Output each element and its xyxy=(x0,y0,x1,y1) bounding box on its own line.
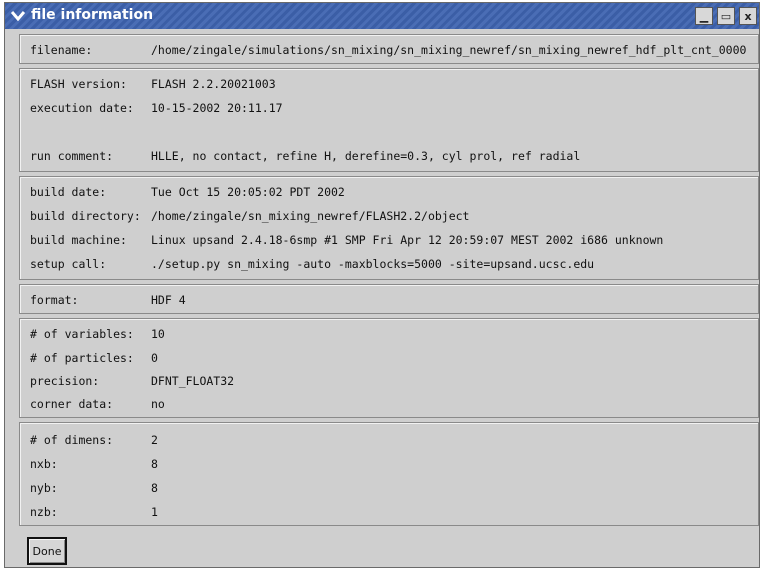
info-row: nzb: 1 xyxy=(20,502,758,522)
info-value: 1 xyxy=(151,505,158,519)
info-row: build directory: /home/zingale/sn_mixing… xyxy=(20,206,758,226)
format-section: format: HDF 4 xyxy=(19,284,759,314)
info-row: nxb: 8 xyxy=(20,454,758,474)
titlebar[interactable]: file information ▁ ▭ x xyxy=(5,3,759,29)
info-label: precision: xyxy=(30,374,100,388)
info-value: HDF 4 xyxy=(151,293,186,307)
info-row: build date: Tue Oct 15 20:05:02 PDT 2002 xyxy=(20,182,758,202)
variables-section: # of variables: 10 # of particles: 0 pre… xyxy=(19,318,759,418)
info-row: # of particles: 0 xyxy=(20,348,758,368)
info-row: precision: DFNT_FLOAT32 xyxy=(20,371,758,391)
info-value: 10-15-2002 20:11.17 xyxy=(151,101,283,115)
maximize-icon: ▭ xyxy=(720,9,732,23)
info-label: nxb: xyxy=(30,457,58,471)
info-label: build date: xyxy=(30,185,107,199)
info-label: execution date: xyxy=(30,101,134,115)
info-value: ./setup.py sn_mixing -auto -maxblocks=50… xyxy=(151,257,595,271)
minimize-icon: ▁ xyxy=(699,9,709,23)
info-value: HLLE, no contact, refine H, derefine=0.3… xyxy=(151,149,581,163)
file-information-window: file information ▁ ▭ x filename: /home/z… xyxy=(4,2,760,568)
info-label: build directory: xyxy=(30,209,141,223)
info-row: nyb: 8 xyxy=(20,478,758,498)
info-label: build machine: xyxy=(30,233,127,247)
info-label: setup call: xyxy=(30,257,107,271)
info-label: # of particles: xyxy=(30,351,134,365)
info-row: filename: /home/zingale/simulations/sn_m… xyxy=(20,40,758,60)
dimens-section: # of dimens: 2 nxb: 8 nyb: 8 nzb: 1 xyxy=(19,422,759,526)
info-label: filename: xyxy=(30,43,93,57)
info-label: format: xyxy=(30,293,79,307)
info-row: FLASH version: FLASH 2.2.20021003 xyxy=(20,74,758,94)
info-label: # of dimens: xyxy=(30,433,114,447)
close-button[interactable]: x xyxy=(739,7,757,25)
info-row: # of variables: 10 xyxy=(20,324,758,344)
filename-section: filename: /home/zingale/simulations/sn_m… xyxy=(19,34,759,64)
maximize-button[interactable]: ▭ xyxy=(717,7,735,25)
info-label: # of variables: xyxy=(30,327,134,341)
info-row: format: HDF 4 xyxy=(20,290,758,310)
window-menu-chevron-icon[interactable] xyxy=(8,6,28,26)
run-section: FLASH version: FLASH 2.2.20021003 execut… xyxy=(19,68,759,172)
info-value: Tue Oct 15 20:05:02 PDT 2002 xyxy=(151,185,345,199)
info-value: 2 xyxy=(151,433,158,447)
info-label: run comment: xyxy=(30,149,114,163)
info-value: 8 xyxy=(151,457,158,471)
info-row: run comment: HLLE, no contact, refine H,… xyxy=(20,146,758,166)
window-title: file information xyxy=(31,7,154,23)
info-value: /home/zingale/sn_mixing_newref/FLASH2.2/… xyxy=(151,209,470,223)
info-value: /home/zingale/simulations/sn_mixing/sn_m… xyxy=(151,43,747,57)
minimize-button[interactable]: ▁ xyxy=(695,7,713,25)
info-value: 10 xyxy=(151,327,165,341)
info-row: # of dimens: 2 xyxy=(20,430,758,450)
build-section: build date: Tue Oct 15 20:05:02 PDT 2002… xyxy=(19,176,759,280)
info-value: Linux upsand 2.4.18-6smp #1 SMP Fri Apr … xyxy=(151,233,664,247)
info-row: build machine: Linux upsand 2.4.18-6smp … xyxy=(20,230,758,250)
done-button[interactable]: Done xyxy=(27,537,67,565)
info-value: DFNT_FLOAT32 xyxy=(151,374,235,388)
info-row: corner data: no xyxy=(20,394,758,414)
info-row: execution date: 10-15-2002 20:11.17 xyxy=(20,98,758,118)
info-label: FLASH version: xyxy=(30,77,127,91)
close-icon: x xyxy=(744,9,752,23)
info-row: setup call: ./setup.py sn_mixing -auto -… xyxy=(20,254,758,274)
info-value: FLASH 2.2.20021003 xyxy=(151,77,276,91)
done-button-label: Done xyxy=(32,544,62,558)
info-value: 0 xyxy=(151,351,158,365)
info-label: nzb: xyxy=(30,505,58,519)
info-value: 8 xyxy=(151,481,158,495)
info-label: corner data: xyxy=(30,397,114,411)
info-label: nyb: xyxy=(30,481,58,495)
info-value: no xyxy=(151,397,165,411)
